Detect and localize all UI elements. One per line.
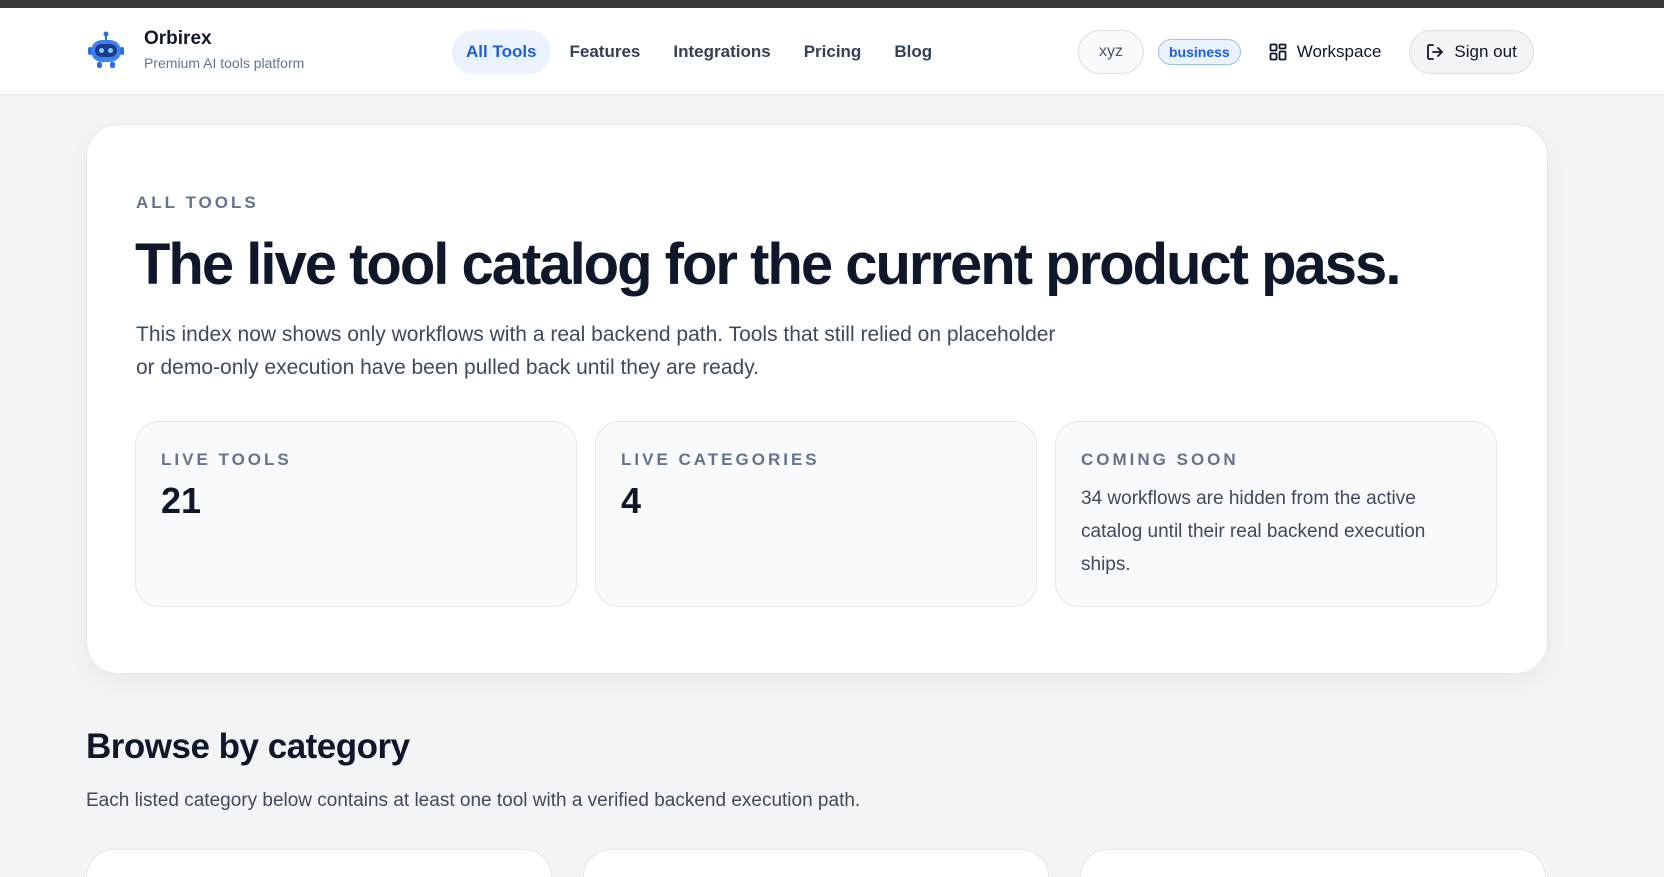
stat-card-live-tools: LIVE TOOLS 21 xyxy=(135,421,577,607)
brand[interactable]: Orbirex Premium AI tools platform xyxy=(86,28,304,72)
workspace-label: Workspace xyxy=(1296,42,1382,61)
brand-text: Orbirex Premium AI tools platform xyxy=(144,28,304,72)
browser-top-strip xyxy=(0,0,1664,8)
account-area: xyz business Workspace Sign out xyxy=(1078,30,1534,74)
nav-link-blog[interactable]: Blog xyxy=(880,30,946,74)
robot-logo-icon xyxy=(88,31,124,68)
nav-link-integrations[interactable]: Integrations xyxy=(659,30,784,74)
main-nav: All Tools Features Integrations Pricing … xyxy=(452,30,951,74)
section-title: Browse by category xyxy=(86,727,410,766)
section-description: Each listed category below contains at l… xyxy=(86,790,861,811)
nav-link-all-tools[interactable]: All Tools xyxy=(452,30,551,74)
brand-name: Orbirex xyxy=(144,28,212,49)
sign-out-icon xyxy=(1427,44,1444,60)
brand-tagline: Premium AI tools platform xyxy=(144,55,305,71)
sign-out-button[interactable]: Sign out xyxy=(1409,30,1534,74)
workspace-button[interactable]: Workspace xyxy=(1269,42,1382,62)
category-card[interactable] xyxy=(86,849,552,877)
page-title: The live tool catalog for the current pr… xyxy=(135,232,1401,297)
stat-value: 21 xyxy=(161,480,202,521)
sign-out-label: Sign out xyxy=(1454,42,1517,61)
plan-badge: business xyxy=(1158,39,1241,65)
hero-eyebrow: ALL TOOLS xyxy=(136,193,259,212)
category-card[interactable] xyxy=(583,849,1049,877)
user-menu-button[interactable]: xyz xyxy=(1078,30,1144,74)
stat-label: LIVE TOOLS xyxy=(161,450,292,469)
stat-text: 34 workflows are hidden from the active … xyxy=(1081,488,1426,575)
stat-card-live-categories: LIVE CATEGORIES 4 xyxy=(595,421,1037,607)
nav-link-features[interactable]: Features xyxy=(556,30,655,74)
hero-card: ALL TOOLS The live tool catalog for the … xyxy=(86,124,1548,674)
stat-label: LIVE CATEGORIES xyxy=(621,450,820,469)
top-navbar: Orbirex Premium AI tools platform All To… xyxy=(0,8,1664,95)
grid-icon xyxy=(1269,43,1287,61)
hero-description: This index now shows only workflows with… xyxy=(136,323,1056,379)
stat-card-coming-soon: COMING SOON 34 workflows are hidden from… xyxy=(1055,421,1497,607)
category-card[interactable] xyxy=(1080,849,1546,877)
stat-value: 4 xyxy=(621,480,642,521)
stat-label: COMING SOON xyxy=(1081,450,1239,469)
nav-link-pricing[interactable]: Pricing xyxy=(790,30,876,74)
